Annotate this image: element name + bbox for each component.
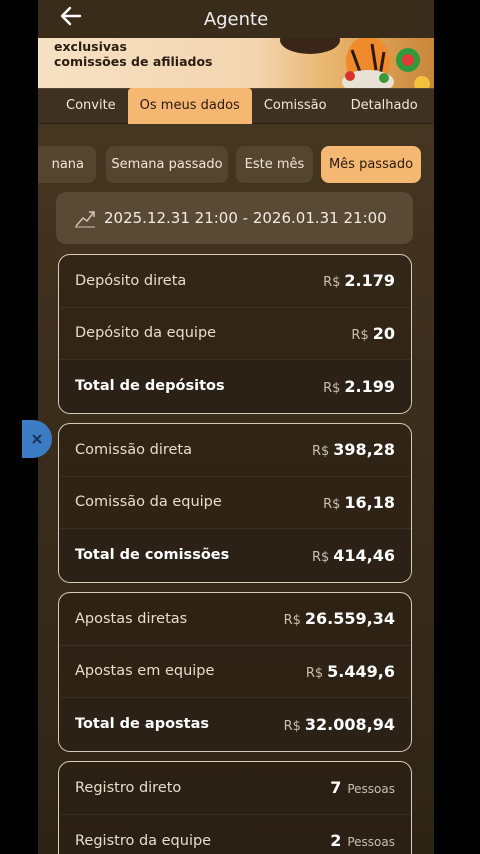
commissions-card: Comissão direta R$ 398,28 Comissão da equ…	[58, 423, 412, 583]
commission-total-row: Total de comissões R$ 414,46	[59, 529, 411, 582]
currency-symbol: R$	[305, 665, 324, 681]
trend-chart-icon	[75, 211, 95, 228]
currency-symbol: R$	[311, 444, 330, 460]
row-label: Depósito da equipe	[75, 325, 217, 342]
row-label: Apostas diretas	[75, 610, 188, 627]
amount: 16,18	[344, 492, 395, 512]
period-chip-this-week[interactable]: nana	[38, 146, 96, 183]
promo-banner[interactable]: exclusivas comissões de afiliados	[38, 38, 434, 88]
deposit-direct-row: Depósito direta R$ 2.179	[59, 255, 411, 308]
tab-detalhado[interactable]: Detalhado	[339, 88, 430, 124]
currency-symbol: R$	[283, 613, 301, 629]
page-title: Agente	[203, 8, 269, 30]
currency-symbol: R$	[323, 275, 341, 291]
row-value: 7 Pessoas	[330, 778, 395, 797]
tab-convite[interactable]: Convite	[38, 88, 128, 124]
unit-label: Pessoas	[347, 835, 395, 850]
tiger-mascot-illustration	[280, 38, 430, 88]
amount: 26.559,34	[304, 609, 395, 629]
agent-page: Agente exclusivas comissões de afiliados…	[38, 0, 434, 854]
tab-comissao[interactable]: Comissão	[252, 88, 339, 124]
amount: 414,46	[333, 545, 395, 565]
banner-text: exclusivas comissões de afiliados	[54, 39, 213, 69]
count: 7	[330, 778, 342, 798]
period-chip-this-month[interactable]: Este mês	[236, 146, 313, 183]
row-label: Total de apostas	[75, 716, 210, 733]
tab-bar: Convite Os meus dados Comissão Detalhado…	[38, 88, 434, 124]
row-value: R$ 26.559,34	[284, 609, 395, 628]
close-x-icon	[32, 434, 42, 444]
amount: 32.008,94	[304, 714, 395, 734]
currency-symbol: R$	[323, 496, 341, 512]
amount: 5.449,6	[327, 661, 395, 681]
row-value: R$ 2.179	[323, 271, 395, 290]
row-value: R$ 32.008,94	[284, 715, 395, 734]
banner-line-1: exclusivas	[54, 39, 127, 54]
amount: 2.179	[344, 271, 395, 291]
period-filter: nana Semana passado Este mês Mês passado	[38, 146, 434, 184]
deposit-team-row: Depósito da equipe R$ 20	[59, 308, 411, 360]
bets-team-row: Apostas em equipe R$ 5.449,6	[59, 646, 411, 698]
top-bar: Agente	[38, 0, 434, 38]
date-range-text: 2025.12.31 21:00 - 2026.01.31 21:00	[104, 209, 387, 227]
currency-symbol: R$	[283, 718, 301, 734]
bets-card: Apostas diretas R$ 26.559,34 Apostas em e…	[58, 592, 412, 752]
row-value: R$ 16,18	[323, 493, 395, 512]
row-label: Registro direto	[75, 779, 182, 796]
registration-direct-row: Registro direto 7 Pessoas	[59, 762, 411, 815]
commission-team-row: Comissão da equipe R$ 16,18	[59, 477, 411, 529]
deposit-total-row: Total de depósitos R$ 2.199	[59, 360, 411, 413]
registrations-card: Registro direto 7 Pessoas Registro da equ…	[58, 761, 412, 854]
date-range-display: 2025.12.31 21:00 - 2026.01.31 21:00	[56, 192, 413, 244]
row-label: Total de comissões	[75, 547, 230, 564]
row-label: Comissão da equipe	[75, 494, 222, 511]
commission-direct-row: Comissão direta R$ 398,28	[59, 424, 411, 477]
currency-symbol: R$	[351, 327, 369, 343]
row-value: R$ 5.449,6	[306, 662, 395, 681]
unit-label: Pessoas	[347, 782, 395, 797]
arrow-left-icon[interactable]	[60, 5, 82, 33]
row-label: Apostas em equipe	[75, 663, 215, 680]
row-label: Depósito direta	[75, 272, 187, 289]
tab-faq[interactable]: FA	[430, 88, 434, 124]
row-label: Comissão direta	[75, 441, 192, 458]
amount: 398,28	[333, 440, 395, 460]
period-chip-last-month[interactable]: Mês passado	[321, 146, 421, 183]
registration-team-row: Registro da equipe 2 Pessoas	[59, 815, 411, 854]
row-value: R$ 414,46	[312, 546, 395, 565]
row-value: R$ 398,28	[312, 440, 395, 459]
row-value: R$ 20	[351, 324, 395, 343]
row-value: 2 Pessoas	[330, 831, 395, 850]
row-label: Total de depósitos	[75, 378, 225, 395]
banner-line-2: comissões de afiliados	[54, 54, 213, 69]
currency-symbol: R$	[311, 549, 330, 565]
right-black-border	[434, 0, 480, 854]
tab-os-meus-dados[interactable]: Os meus dados	[127, 88, 252, 124]
amount: 2.199	[344, 376, 395, 396]
currency-symbol: R$	[323, 380, 341, 396]
count: 2	[330, 831, 342, 851]
period-chip-last-week[interactable]: Semana passado	[106, 146, 228, 183]
row-value: R$ 2.199	[323, 377, 395, 396]
bets-direct-row: Apostas diretas R$ 26.559,34	[59, 593, 411, 646]
deposits-card: Depósito direta R$ 2.179 Depósito da equi…	[58, 254, 412, 414]
amount: 20	[372, 323, 395, 343]
row-label: Registro da equipe	[75, 832, 212, 849]
bets-total-row: Total de apostas R$ 32.008,94	[59, 698, 411, 751]
